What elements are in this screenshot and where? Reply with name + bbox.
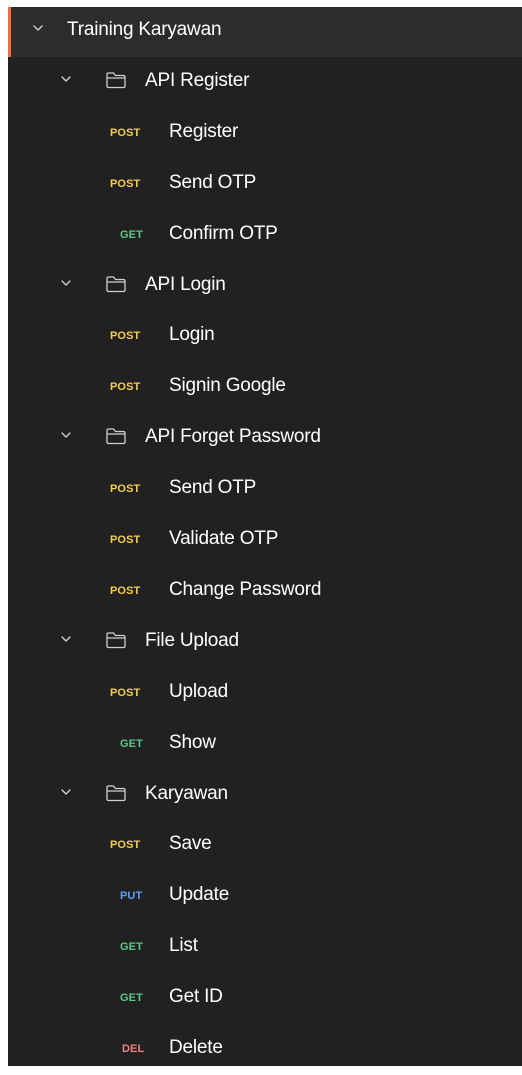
folder-name: API Register [145,70,250,91]
request-name: Signin Google [169,375,286,396]
request-row[interactable]: POST Send OTP [8,465,522,515]
chevron-down-icon[interactable] [59,72,73,86]
method-badge: DEL [122,1043,145,1055]
request-row[interactable]: POST Save [8,821,522,871]
method-badge: POST [110,483,141,495]
method-badge: GET [120,738,143,750]
folder-icon [105,783,127,803]
request-name: Save [169,833,212,854]
request-row[interactable]: GET Confirm OTP [8,211,522,261]
chevron-down-icon[interactable] [31,21,45,35]
chevron-down-icon[interactable] [59,276,73,290]
request-row[interactable]: POST Send OTP [8,160,522,210]
request-name: Register [169,121,239,142]
request-row[interactable]: POST Signin Google [8,363,522,413]
method-badge: POST [110,381,141,393]
chevron-down-icon[interactable] [59,785,73,799]
method-badge: POST [110,839,141,851]
request-row[interactable]: POST Upload [8,669,522,719]
folder-row[interactable]: File Upload [8,618,522,668]
request-name: Validate OTP [169,528,279,549]
method-badge: POST [110,687,141,699]
request-row[interactable]: GET Get ID [8,974,522,1024]
request-name: Update [169,884,230,905]
method-badge: POST [110,534,141,546]
folder-icon [105,274,127,294]
method-badge: GET [120,941,143,953]
method-badge: POST [110,127,141,139]
method-badge: POST [110,178,141,190]
request-name: Delete [169,1037,223,1058]
request-row[interactable]: GET List [8,923,522,973]
folder-row[interactable]: Karyawan [8,771,522,821]
folder-icon [105,630,127,650]
request-name: Upload [169,681,229,702]
request-row[interactable]: POST Register [8,109,522,159]
method-badge: POST [110,585,141,597]
request-name: Login [169,324,215,345]
request-name: Send OTP [169,477,257,498]
chevron-down-icon[interactable] [59,632,73,646]
request-name: Confirm OTP [169,223,278,244]
request-name: Send OTP [169,172,257,193]
folder-row[interactable]: API Register [8,58,522,108]
method-badge: PUT [120,890,143,902]
folder-name: File Upload [145,630,239,651]
request-name: Get ID [169,986,223,1007]
chevron-down-icon[interactable] [59,428,73,442]
folder-row[interactable]: API Login [8,262,522,312]
folder-icon [105,70,127,90]
folder-name: API Forget Password [145,426,321,447]
request-row[interactable]: DEL Delete [8,1025,522,1075]
collection-name: Training Karyawan [67,19,222,40]
request-row[interactable]: POST Login [8,312,522,362]
request-name: List [169,935,198,956]
request-row[interactable]: POST Change Password [8,567,522,617]
folder-icon [105,426,127,446]
request-name: Show [169,732,216,753]
folder-name: API Login [145,274,226,295]
collections-sidebar: Training Karyawan API Register POST Registe… [8,7,522,1066]
request-name: Change Password [169,579,322,600]
request-row[interactable]: POST Validate OTP [8,516,522,566]
collection-row[interactable]: Training Karyawan [8,7,522,57]
method-badge: POST [110,330,141,342]
method-badge: GET [120,229,143,241]
folder-row[interactable]: API Forget Password [8,414,522,464]
folder-name: Karyawan [145,783,228,804]
method-badge: GET [120,992,143,1004]
request-row[interactable]: PUT Update [8,872,522,922]
request-row[interactable]: GET Show [8,720,522,770]
